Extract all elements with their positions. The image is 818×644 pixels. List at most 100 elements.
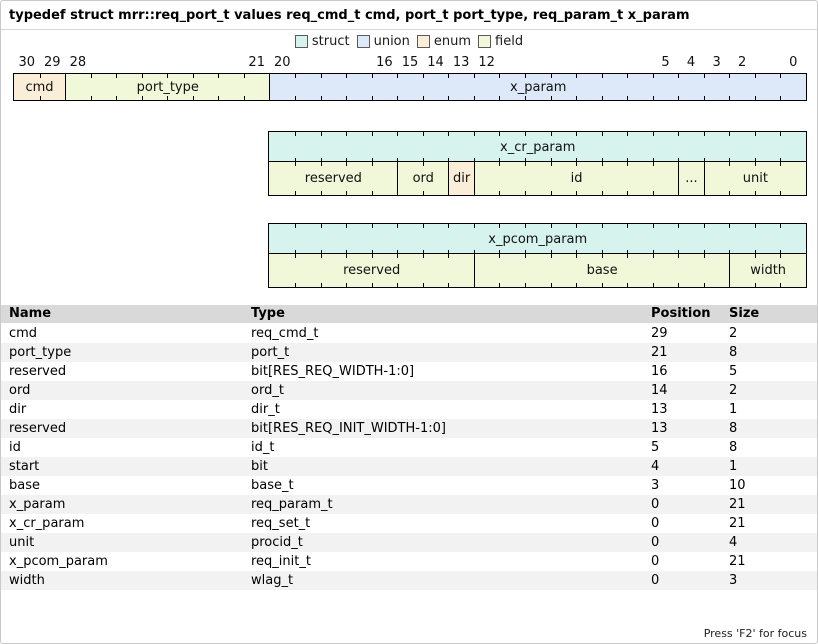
bit-tick (653, 224, 654, 228)
table-row[interactable]: x_pcom_paramreq_init_t021 (1, 552, 817, 571)
column-header-type: Type (251, 305, 285, 323)
bit-tick (474, 96, 475, 100)
bit-tick (525, 224, 526, 228)
cell-position: 0 (651, 533, 659, 552)
bit-tick (576, 283, 577, 287)
bit-tick (499, 191, 500, 195)
field-label: base (587, 263, 618, 278)
bit-tick (551, 132, 552, 136)
bit-tick (653, 132, 654, 136)
cell-position: 29 (651, 324, 668, 343)
bit-tick (244, 74, 245, 78)
bit-tick (525, 74, 526, 78)
cell-position: 13 (651, 400, 668, 419)
field-label: reserved (305, 171, 362, 186)
bit-tick (167, 96, 168, 100)
cell-type: ord_t (251, 381, 284, 400)
bit-tick (627, 96, 628, 100)
bit-tick (755, 254, 756, 258)
cell-type: req_cmd_t (251, 324, 318, 343)
bit-tick (551, 254, 552, 258)
bit-tick (65, 74, 66, 78)
cell-position: 0 (651, 571, 659, 590)
cell-size: 5 (729, 362, 737, 381)
field-cell-x_param[interactable]: x_param (269, 74, 806, 100)
main-row-fields-box: cmdport_typex_param (13, 73, 807, 101)
bit-number-label: 20 (274, 55, 291, 70)
table-row[interactable]: x_paramreq_param_t021 (1, 495, 817, 514)
table-row[interactable]: unitprocid_t04 (1, 533, 817, 552)
bit-tick (397, 162, 398, 166)
field-cell-dir[interactable]: dir (448, 162, 474, 195)
bit-tick (193, 96, 194, 100)
bit-tick (755, 74, 756, 78)
cell-type: base_t (251, 476, 294, 495)
table-row[interactable]: startbit41 (1, 457, 817, 476)
cell-type: procid_t (251, 533, 303, 552)
column-header-size: Size (729, 305, 759, 323)
bit-tick (755, 283, 756, 287)
bit-tick (269, 96, 270, 100)
x_pcom_param-header-bar[interactable]: x_pcom_param (268, 223, 807, 255)
cell-size: 8 (729, 419, 737, 438)
bit-tick (295, 74, 296, 78)
cell-position: 4 (651, 457, 659, 476)
bit-tick (602, 254, 603, 258)
cell-type: dir_t (251, 400, 280, 419)
bit-tick (499, 74, 500, 78)
bit-tick (780, 132, 781, 136)
table-row[interactable]: idid_t58 (1, 438, 817, 457)
field-label: ord (413, 171, 434, 186)
bit-tick (653, 191, 654, 195)
table-row[interactable]: reservedbit[RES_REQ_WIDTH-1:0]165 (1, 362, 817, 381)
table-row[interactable]: basebase_t310 (1, 476, 817, 495)
bit-tick (295, 162, 296, 166)
table-row[interactable]: port_typeport_t218 (1, 343, 817, 362)
bit-tick (627, 191, 628, 195)
bit-number-label: 30 (18, 55, 35, 70)
bit-number-label: 4 (687, 55, 695, 70)
table-row[interactable]: dirdir_t131 (1, 400, 817, 419)
bit-number-label: 16 (376, 55, 393, 70)
bit-tick (678, 74, 679, 78)
field-cell-width[interactable]: width (729, 254, 806, 287)
table-row[interactable]: ordord_t142 (1, 381, 817, 400)
bit-tick (372, 283, 373, 287)
cell-size: 1 (729, 400, 737, 419)
cell-name: base (9, 476, 40, 495)
bit-tick (372, 162, 373, 166)
bit-tick (704, 74, 705, 78)
cell-name: x_pcom_param (9, 552, 108, 571)
field-label: ... (685, 171, 697, 186)
table-row[interactable]: widthwlag_t03 (1, 571, 817, 590)
bit-tick (704, 191, 705, 195)
cell-type: port_t (251, 343, 289, 362)
cell-name: ord (9, 381, 30, 400)
bit-tick (576, 162, 577, 166)
table-row[interactable]: cmdreq_cmd_t292 (1, 324, 817, 343)
bit-tick (295, 283, 296, 287)
bit-tick (729, 162, 730, 166)
bit-tick (91, 74, 92, 78)
bit-tick (372, 74, 373, 78)
bit-tick (678, 283, 679, 287)
field-label: x_param (510, 80, 566, 95)
bit-tick (397, 191, 398, 195)
field-cell-reserved[interactable]: reserved (269, 162, 397, 195)
x_cr_param-header-bar[interactable]: x_cr_param (268, 131, 807, 163)
legend-item-struct: struct (295, 34, 350, 49)
table-body: cmdreq_cmd_t292port_typeport_t218reserve… (1, 324, 817, 590)
field-cell-start[interactable]: ... (678, 162, 704, 195)
cell-name: width (9, 571, 45, 590)
bit-tick (423, 132, 424, 136)
bit-tick (397, 283, 398, 287)
bit-tick (448, 283, 449, 287)
table-row[interactable]: reservedbit[RES_REQ_INIT_WIDTH-1:0]138 (1, 419, 817, 438)
table-row[interactable]: x_cr_paramreq_set_t021 (1, 514, 817, 533)
bit-tick (525, 254, 526, 258)
bit-tick (321, 96, 322, 100)
bit-tick (321, 132, 322, 136)
cell-type: wlag_t (251, 571, 293, 590)
column-header-name: Name (9, 305, 51, 323)
bit-tick (729, 254, 730, 258)
